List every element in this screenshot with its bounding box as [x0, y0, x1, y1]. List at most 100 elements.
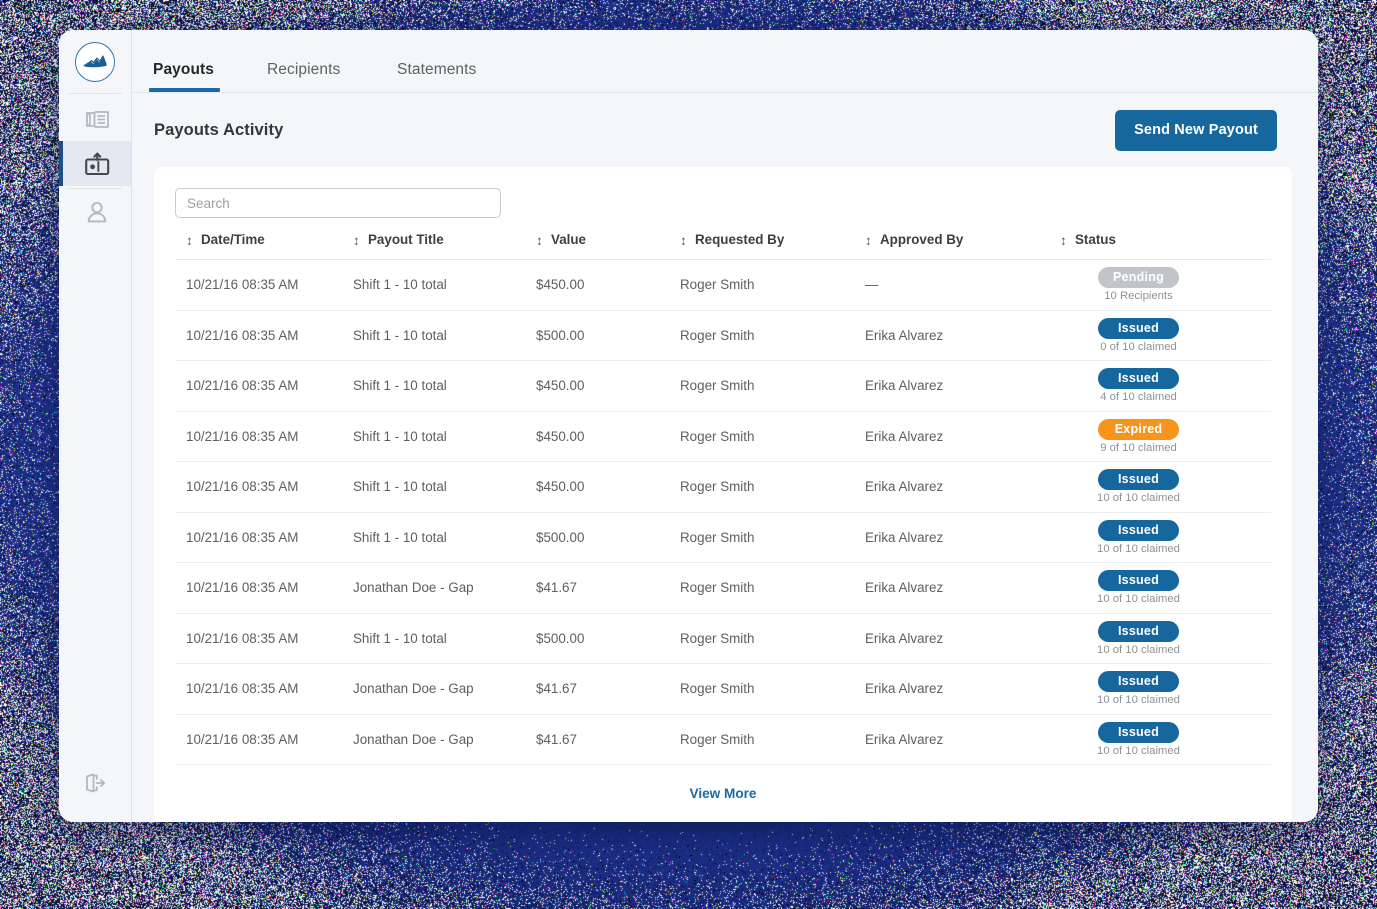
- column-header-approved-by-label: Approved By: [880, 232, 963, 247]
- cell-date: 10/21/16 08:35 AM: [175, 310, 353, 361]
- table-row[interactable]: 10/21/16 08:35 AM Shift 1 - 10 total $500.…: [175, 310, 1271, 361]
- sort-arrows-icon: ↕: [865, 233, 876, 248]
- view-more-link[interactable]: View More: [690, 786, 757, 801]
- search-input[interactable]: [175, 188, 501, 218]
- cell-approved-by: —: [865, 260, 1060, 311]
- status-sub-label: 10 of 10 claimed: [1097, 593, 1180, 605]
- tab-recipients[interactable]: Recipients: [267, 61, 346, 92]
- table-body: 10/21/16 08:35 AM Shift 1 - 10 total $450.…: [175, 260, 1271, 765]
- cell-approved-by: Erika Alvarez: [865, 462, 1060, 513]
- table-row[interactable]: 10/21/16 08:35 AM Shift 1 - 10 total $450.…: [175, 462, 1271, 513]
- cell-status: Issued 10 of 10 claimed: [1060, 512, 1271, 563]
- cell-value: $41.67: [536, 664, 680, 715]
- tab-payouts[interactable]: Payouts: [153, 61, 216, 92]
- status-badge: Expired: [1098, 419, 1179, 440]
- column-header-status[interactable]: ↕ Status: [1060, 232, 1271, 260]
- payouts-table-card: ↕ Date/Time ↕ Payout Title ↕ Value ↕ Request…: [154, 167, 1292, 822]
- app-window: Payouts Recipients Statements Payouts Ac…: [59, 30, 1318, 822]
- column-header-status-label: Status: [1075, 232, 1116, 247]
- sort-arrows-icon: ↕: [353, 233, 364, 248]
- table-row[interactable]: 10/21/16 08:35 AM Shift 1 - 10 total $500.…: [175, 512, 1271, 563]
- status-sub-label: 0 of 10 claimed: [1100, 341, 1177, 353]
- cell-payout-title: Shift 1 - 10 total: [353, 361, 536, 412]
- status-cell: Issued 10 of 10 claimed: [1060, 621, 1217, 656]
- cell-status: Expired 9 of 10 claimed: [1060, 411, 1271, 462]
- cell-requested-by: Roger Smith: [680, 613, 865, 664]
- status-cell: Issued 10 of 10 claimed: [1060, 570, 1217, 605]
- column-header-value[interactable]: ↕ Value: [536, 232, 680, 260]
- status-sub-label: 10 of 10 claimed: [1097, 644, 1180, 656]
- tab-payouts-label: Payouts: [153, 61, 214, 78]
- status-cell: Pending 10 Recipients: [1060, 267, 1217, 302]
- column-header-approved-by[interactable]: ↕ Approved By: [865, 232, 1060, 260]
- cell-payout-title: Shift 1 - 10 total: [353, 613, 536, 664]
- status-badge: Issued: [1098, 570, 1179, 591]
- sidebar-spacer: [59, 234, 131, 744]
- cell-value: $450.00: [536, 260, 680, 311]
- column-header-requested-by[interactable]: ↕ Requested By: [680, 232, 865, 260]
- cell-value: $41.67: [536, 563, 680, 614]
- cell-payout-title: Shift 1 - 10 total: [353, 411, 536, 462]
- status-badge: Issued: [1098, 520, 1179, 541]
- status-cell: Issued 10 of 10 claimed: [1060, 671, 1217, 706]
- cell-status: Issued 10 of 10 claimed: [1060, 462, 1271, 513]
- cell-date: 10/21/16 08:35 AM: [175, 260, 353, 311]
- sort-arrows-icon: ↕: [536, 233, 547, 248]
- cell-value: $41.67: [536, 714, 680, 765]
- cell-requested-by: Roger Smith: [680, 361, 865, 412]
- send-new-payout-button[interactable]: Send New Payout: [1115, 110, 1277, 151]
- sidebar-item-recipients[interactable]: [59, 189, 131, 234]
- sidebar-item-payouts[interactable]: [59, 141, 131, 186]
- status-badge: Issued: [1098, 318, 1179, 339]
- sidebar-item-ledger[interactable]: [59, 96, 131, 141]
- table-row[interactable]: 10/21/16 08:35 AM Shift 1 - 10 total $450.…: [175, 361, 1271, 412]
- cell-requested-by: Roger Smith: [680, 563, 865, 614]
- tab-recipients-label: Recipients: [267, 61, 340, 78]
- cell-payout-title: Jonathan Doe - Gap: [353, 664, 536, 715]
- cell-date: 10/21/16 08:35 AM: [175, 664, 353, 715]
- tab-statements[interactable]: Statements: [397, 61, 477, 92]
- cell-value: $450.00: [536, 462, 680, 513]
- status-badge: Issued: [1098, 722, 1179, 743]
- cell-payout-title: Jonathan Doe - Gap: [353, 563, 536, 614]
- cell-value: $500.00: [536, 613, 680, 664]
- cell-status: Issued 10 of 10 claimed: [1060, 714, 1271, 765]
- cell-date: 10/21/16 08:35 AM: [175, 613, 353, 664]
- table-row[interactable]: 10/21/16 08:35 AM Jonathan Doe - Gap $41.6…: [175, 714, 1271, 765]
- cell-value: $500.00: [536, 512, 680, 563]
- cell-status: Issued 10 of 10 claimed: [1060, 613, 1271, 664]
- tab-statements-label: Statements: [397, 61, 476, 78]
- table-row[interactable]: 10/21/16 08:35 AM Jonathan Doe - Gap $41.6…: [175, 563, 1271, 614]
- table-row[interactable]: 10/21/16 08:35 AM Shift 1 - 10 total $500.…: [175, 613, 1271, 664]
- cell-requested-by: Roger Smith: [680, 260, 865, 311]
- cell-payout-title: Shift 1 - 10 total: [353, 512, 536, 563]
- cell-approved-by: Erika Alvarez: [865, 361, 1060, 412]
- status-sub-label: 4 of 10 claimed: [1100, 391, 1177, 403]
- brand-logo-wrap[interactable]: [59, 30, 131, 93]
- status-sub-label: 10 of 10 claimed: [1097, 694, 1180, 706]
- column-header-date[interactable]: ↕ Date/Time: [175, 232, 353, 260]
- status-sub-label: 10 of 10 claimed: [1097, 543, 1180, 555]
- sidebar-item-logout[interactable]: [59, 744, 131, 822]
- status-sub-label: 9 of 10 claimed: [1100, 442, 1177, 454]
- column-header-title[interactable]: ↕ Payout Title: [353, 232, 536, 260]
- sort-arrows-icon: ↕: [680, 233, 691, 248]
- cell-requested-by: Roger Smith: [680, 714, 865, 765]
- activity-header: Payouts Activity Send New Payout: [132, 93, 1318, 167]
- cell-value: $450.00: [536, 411, 680, 462]
- cell-payout-title: Jonathan Doe - Gap: [353, 714, 536, 765]
- cell-payout-title: Shift 1 - 10 total: [353, 310, 536, 361]
- status-sub-label: 10 Recipients: [1104, 290, 1172, 302]
- status-cell: Issued 0 of 10 claimed: [1060, 318, 1217, 353]
- table-row[interactable]: 10/21/16 08:35 AM Shift 1 - 10 total $450.…: [175, 260, 1271, 311]
- table-row[interactable]: 10/21/16 08:35 AM Shift 1 - 10 total $450.…: [175, 411, 1271, 462]
- status-cell: Expired 9 of 10 claimed: [1060, 419, 1217, 454]
- status-cell: Issued 10 of 10 claimed: [1060, 722, 1217, 757]
- status-sub-label: 10 of 10 claimed: [1097, 492, 1180, 504]
- cell-approved-by: Erika Alvarez: [865, 512, 1060, 563]
- cell-approved-by: Erika Alvarez: [865, 714, 1060, 765]
- status-badge: Issued: [1098, 621, 1179, 642]
- table-row[interactable]: 10/21/16 08:35 AM Jonathan Doe - Gap $41.6…: [175, 664, 1271, 715]
- column-header-requested-by-label: Requested By: [695, 232, 784, 247]
- cell-status: Issued 0 of 10 claimed: [1060, 310, 1271, 361]
